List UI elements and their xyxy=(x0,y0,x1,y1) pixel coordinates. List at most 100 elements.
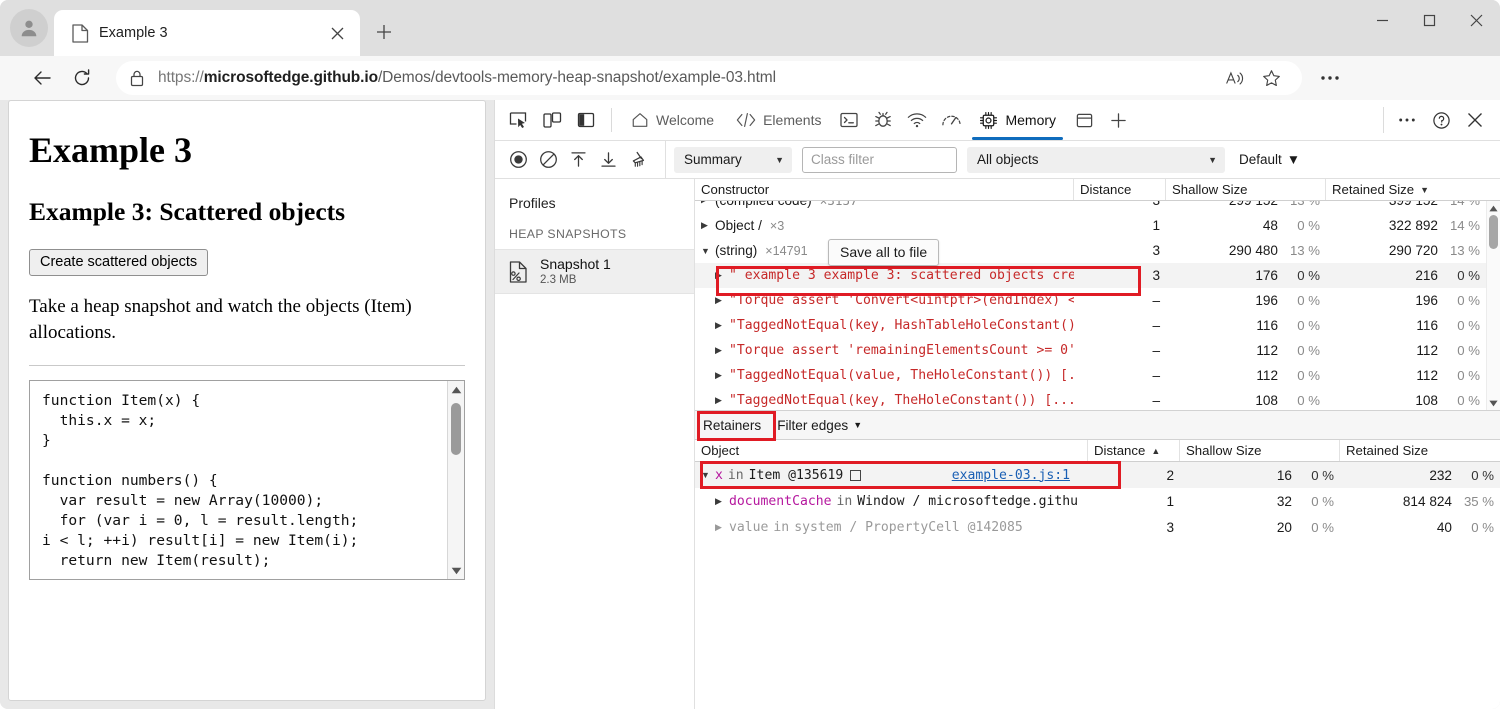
source-link[interactable]: example-03.js:1 xyxy=(952,468,1070,483)
view-select-value: Summary xyxy=(684,152,742,167)
minimize-icon xyxy=(1377,19,1388,21)
browser-trailing-actions xyxy=(1310,61,1366,95)
devtools-more-button[interactable] xyxy=(1390,103,1424,137)
column-header-constructor[interactable]: Constructor xyxy=(695,179,1074,200)
table-row[interactable]: ▶ value in system / PropertyCell @142085… xyxy=(695,514,1500,540)
constructor-rows-viewport: ▶ (compiled code) ×3157 3 299 15213 % 39… xyxy=(695,201,1500,410)
tab-application[interactable] xyxy=(1067,103,1101,137)
window-close-button[interactable] xyxy=(1453,0,1500,40)
objects-select[interactable]: All objects ▼ xyxy=(967,146,1225,173)
view-select[interactable]: Summary ▼ xyxy=(674,146,792,173)
new-tab-button[interactable] xyxy=(366,14,402,50)
favorite-button[interactable] xyxy=(1254,63,1288,93)
devtools-tab-bar: Welcome Elements Memory xyxy=(495,100,1500,141)
create-scattered-objects-button[interactable]: Create scattered objects xyxy=(29,249,209,276)
column-header-distance[interactable]: Distance ▲ xyxy=(1088,440,1180,461)
browser-tab[interactable]: Example 3 xyxy=(54,10,360,56)
scroll-up-arrow-icon[interactable] xyxy=(1487,201,1500,215)
table-row[interactable]: ▶ " example 3 example 3: scattered objec… xyxy=(695,263,1500,288)
collapse-triangle-icon[interactable]: ▼ xyxy=(701,246,710,256)
sidebar-item-snapshot-1[interactable]: Snapshot 1 2.3 MB xyxy=(495,249,694,295)
address-bar[interactable]: https://microsoftedge.github.io/Demos/de… xyxy=(116,61,1302,95)
save-all-to-file-button[interactable]: Save all to file xyxy=(828,239,940,266)
toolbar-divider xyxy=(611,108,612,132)
code-sample: function Item(x) { this.x = x; } functio… xyxy=(42,392,359,570)
expand-triangle-icon[interactable]: ▶ xyxy=(701,220,710,231)
devtools-help-button[interactable] xyxy=(1424,103,1458,137)
record-button[interactable] xyxy=(503,145,533,175)
table-row[interactable]: ▶ Object / ×3 1 48 0 % 322 892 14 % xyxy=(695,213,1500,238)
column-header-shallow-size[interactable]: Shallow Size xyxy=(1166,179,1326,200)
expand-triangle-icon[interactable]: ▶ xyxy=(715,320,724,331)
save-down-arrow-icon xyxy=(600,152,616,167)
device-emulation-button[interactable] xyxy=(535,103,569,137)
table-row[interactable]: ▶ "Torque assert 'remainingElementsCount… xyxy=(695,338,1500,363)
table-row[interactable]: ▶ (compiled code) ×3157 3 299 15213 % 39… xyxy=(695,201,1500,213)
devtools-tabbar-right xyxy=(1377,103,1500,137)
clear-button[interactable] xyxy=(533,145,563,175)
collect-garbage-button[interactable] xyxy=(623,145,653,175)
expand-triangle-icon[interactable]: ▶ xyxy=(715,345,724,356)
tab-debugger[interactable] xyxy=(866,103,900,137)
object-preview-icon[interactable] xyxy=(850,469,862,481)
expand-triangle-icon[interactable]: ▶ xyxy=(715,522,724,533)
column-header-object[interactable]: Object xyxy=(695,440,1088,461)
read-aloud-button[interactable] xyxy=(1218,63,1252,93)
expand-triangle-icon[interactable]: ▶ xyxy=(715,270,724,281)
column-header-shallow-size[interactable]: Shallow Size xyxy=(1180,440,1340,461)
maximize-button[interactable] xyxy=(1406,0,1453,40)
column-header-retained-size[interactable]: Retained Size xyxy=(1340,440,1500,461)
tab-network[interactable] xyxy=(900,103,934,137)
dock-side-button[interactable] xyxy=(569,103,603,137)
filter-edges-select[interactable]: Filter edges ▼ xyxy=(777,418,862,433)
devtools-close-button[interactable] xyxy=(1458,103,1492,137)
table-row[interactable]: ▶ "Torque assert 'Convert<uintptr>(endIn… xyxy=(695,288,1500,313)
constructor-grid-scrollbar[interactable] xyxy=(1486,201,1500,410)
table-row[interactable]: ▶ "TaggedNotEqual(value, TheHoleConstant… xyxy=(695,363,1500,388)
inspect-element-button[interactable] xyxy=(501,103,535,137)
performance-icon xyxy=(942,115,961,125)
profile-avatar-button[interactable] xyxy=(10,9,48,47)
class-filter-placeholder: Class filter xyxy=(811,152,875,167)
scroll-down-arrow-icon[interactable] xyxy=(1487,396,1500,410)
scrollbar-thumb[interactable] xyxy=(451,403,461,456)
scrollbar-thumb[interactable] xyxy=(1489,215,1498,249)
table-row[interactable]: ▼ (string) ×14791 3 290 480 13 % 290 720 1… xyxy=(695,238,1500,263)
table-row[interactable]: ▶ "TaggedNotEqual(key, HashTableHoleCons… xyxy=(695,313,1500,338)
page-title: Example 3 xyxy=(29,130,193,170)
browser-settings-button[interactable] xyxy=(1310,61,1350,95)
class-filter-input[interactable]: Class filter xyxy=(802,146,957,173)
expand-triangle-icon[interactable]: ▶ xyxy=(715,395,724,406)
scroll-down-arrow-icon[interactable] xyxy=(448,562,464,579)
table-row[interactable]: ▼ x in Item @135619 example-03.js:1 2 16… xyxy=(695,462,1500,488)
tab-performance[interactable] xyxy=(934,103,968,137)
column-header-retained-size[interactable]: Retained Size ▼ xyxy=(1326,179,1486,200)
tab-console[interactable] xyxy=(832,103,866,137)
perspective-select[interactable]: Default ▼ xyxy=(1239,152,1300,167)
table-row[interactable]: ▶ documentCache in Window / microsoftedg… xyxy=(695,488,1500,514)
minimize-button[interactable] xyxy=(1359,0,1406,40)
tab-welcome[interactable]: Welcome xyxy=(620,101,725,140)
retainers-label[interactable]: Retainers xyxy=(703,418,761,433)
back-button[interactable] xyxy=(22,61,62,95)
expand-triangle-icon[interactable]: ▶ xyxy=(715,295,724,306)
window-controls xyxy=(1359,0,1500,56)
reload-button[interactable] xyxy=(62,61,102,95)
table-row[interactable]: ▶ "TaggedNotEqual(key, TheHoleConstant()… xyxy=(695,388,1500,410)
tab-memory[interactable]: Memory xyxy=(968,101,1067,140)
retainers-grid-header: Object Distance ▲ Shallow Size Retained … xyxy=(695,440,1500,462)
scroll-up-arrow-icon[interactable] xyxy=(448,381,464,398)
expand-triangle-icon[interactable]: ▶ xyxy=(715,370,724,381)
tab-elements[interactable]: Elements xyxy=(725,101,832,140)
expand-triangle-icon[interactable]: ▶ xyxy=(701,201,710,206)
code-scrollbar[interactable] xyxy=(447,381,464,580)
add-panel-button[interactable] xyxy=(1101,103,1135,137)
save-profile-button[interactable] xyxy=(593,145,623,175)
toolbar-divider xyxy=(665,140,666,179)
tab-close-button[interactable] xyxy=(324,20,350,46)
collapse-triangle-icon[interactable]: ▼ xyxy=(701,470,710,480)
expand-triangle-icon[interactable]: ▶ xyxy=(715,496,724,507)
constructor-grid: Constructor Distance Shallow Size Retain… xyxy=(695,179,1500,410)
load-profile-button[interactable] xyxy=(563,145,593,175)
column-header-distance[interactable]: Distance xyxy=(1074,179,1166,200)
